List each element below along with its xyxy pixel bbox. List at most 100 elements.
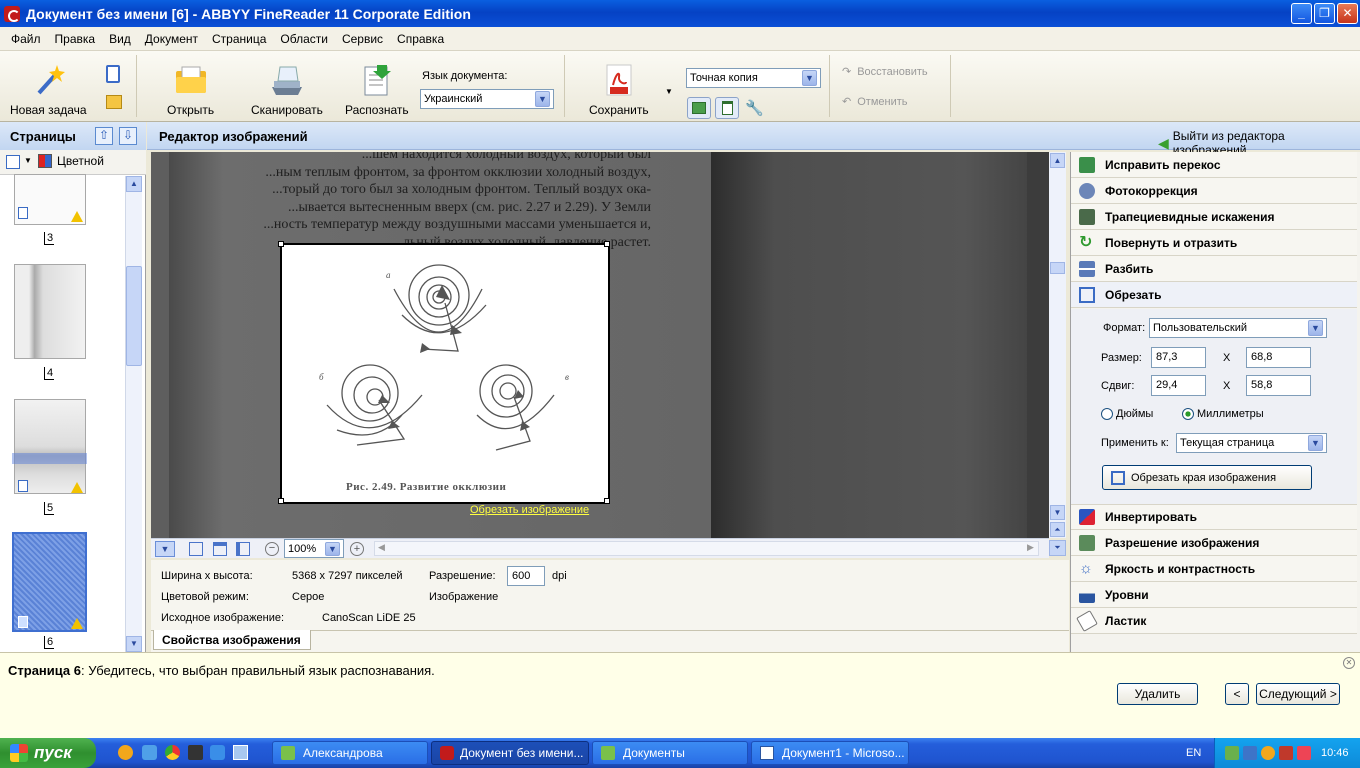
tool-split[interactable]: Разбить [1071,256,1357,282]
tool-eraser[interactable]: Ластик [1071,608,1357,634]
crop-handle[interactable] [604,241,610,247]
doc-lang-select[interactable]: Украинский ▼ [420,89,554,109]
taskbar-item[interactable]: Александрова [272,741,428,765]
color-mode-button[interactable]: Цветной [38,154,104,168]
pages-scrollbar[interactable]: ▲ ▼ [125,176,142,652]
quicklaunch-icon[interactable] [210,745,225,760]
save-dropdown-arrow-icon[interactable]: ▼ [665,87,673,96]
open-folder-small-icon[interactable] [106,95,122,109]
image-canvas[interactable]: ...шем находится холодный воздух, которы… [151,152,1049,538]
taskbar-item-active[interactable]: Документ без имени... [431,741,589,765]
taskbar-item[interactable]: Документы [592,741,748,765]
close-button[interactable]: ✕ [1337,3,1358,24]
format-select[interactable]: Пользовательский ▼ [1149,318,1327,338]
maximize-button[interactable]: ❐ [1314,3,1335,24]
scan-button[interactable]: Сканировать [251,63,323,117]
page-view-icon[interactable] [6,155,20,169]
menu-tools[interactable]: Сервис [335,32,390,46]
scroll-down-icon[interactable]: ▼ [1050,505,1065,520]
menu-document[interactable]: Документ [138,32,205,46]
scroll-down-icon[interactable]: ▼ [126,636,142,652]
tray-icon[interactable] [1261,746,1275,760]
tool-photo-correction[interactable]: Фотокоррекция [1071,178,1357,204]
tray-icon[interactable] [1225,746,1239,760]
tool-crop[interactable]: Обрезать [1071,282,1357,308]
save-text-button[interactable] [715,97,739,119]
apply-to-select[interactable]: Текущая страница ▼ [1176,433,1327,453]
chrome-icon[interactable] [165,745,180,760]
undo-button[interactable]: ↶ Отменить [842,95,907,109]
tool-levels[interactable]: Уровни [1071,582,1357,608]
crop-edges-button[interactable]: Обрезать края изображения [1102,465,1312,490]
unit-mm-radio[interactable]: Миллиметры [1182,408,1264,420]
tray-icon[interactable] [1279,746,1293,760]
menu-edit[interactable]: Правка [48,32,103,46]
crop-handle[interactable] [604,498,610,504]
close-hint-icon[interactable]: ✕ [1343,657,1355,669]
tool-invert[interactable]: Инвертировать [1071,504,1357,530]
previous-button[interactable]: < [1225,683,1249,705]
delete-button[interactable]: Удалить [1117,683,1198,705]
page-up-icon[interactable]: ⏶ [1050,522,1065,537]
crop-height-input[interactable]: 68,8 [1246,347,1311,368]
page-thumbnail-3[interactable] [14,174,86,225]
page-thumbnail-4[interactable] [14,264,86,359]
chevron-down-icon[interactable]: ▼ [24,156,32,165]
quicklaunch-icon[interactable] [118,745,133,760]
fit-height-icon[interactable] [236,542,250,556]
crop-width-input[interactable]: 87,3 [1151,347,1206,368]
offset-y-input[interactable]: 58,8 [1246,375,1311,396]
unit-inches-radio[interactable]: Дюймы [1101,408,1153,420]
move-page-down-button[interactable]: ⇩ [119,127,137,145]
menu-help[interactable]: Справка [390,32,451,46]
open-button[interactable]: Открыть [167,63,214,117]
tray-icon[interactable] [1297,746,1311,760]
show-desktop-icon[interactable] [233,745,248,760]
collapse-properties-icon[interactable]: ▼ [155,541,175,557]
zoom-in-icon[interactable]: + [350,542,364,556]
save-mode-select[interactable]: Точная копия ▼ [686,68,821,88]
canvas-horizontal-scrollbar[interactable]: ◀ ▶ [374,541,1039,556]
language-indicator[interactable]: EN [1186,747,1201,759]
menu-view[interactable]: Вид [102,32,138,46]
tray-icon[interactable] [1243,746,1257,760]
tool-deskew[interactable]: Исправить перекос [1071,152,1357,178]
page-down-icon[interactable]: ⏷ [1049,540,1066,556]
page-thumbnail-5[interactable] [12,399,87,494]
scroll-left-icon[interactable]: ◀ [378,542,385,553]
save-button[interactable]: Сохранить [589,63,649,117]
fit-page-icon[interactable] [189,542,203,556]
crop-handle[interactable] [278,241,284,247]
menu-file[interactable]: Файл [4,32,48,46]
taskbar-item[interactable]: Документ1 - Microso... [751,741,909,765]
crop-image-link[interactable]: Обрезать изображение [470,504,589,516]
canvas-vertical-scrollbar[interactable]: ▲ ▼ ⏶ [1049,152,1066,538]
start-button[interactable]: пуск [0,738,96,768]
new-document-icon[interactable] [106,65,120,83]
recognize-button[interactable]: Распознать [345,63,409,117]
tool-trapezoid[interactable]: Трапециевидные искажения [1071,204,1357,230]
menu-page[interactable]: Страница [205,32,273,46]
zoom-out-icon[interactable]: − [265,542,279,556]
minimize-button[interactable]: _ [1291,3,1312,24]
quicklaunch-icon[interactable] [142,745,157,760]
tool-rotate-flip[interactable]: ↻ Повернуть и отразить [1071,230,1357,256]
move-page-up-button[interactable]: ⇧ [95,127,113,145]
zoom-select[interactable]: 100% ▼ [284,539,344,558]
restore-button[interactable]: ↷ Восстановить [842,65,928,79]
wrench-icon[interactable]: 🔧 [745,99,764,117]
scroll-thumb[interactable] [126,266,142,366]
resolution-input[interactable]: 600 [507,566,545,586]
offset-x-input[interactable]: 29,4 [1151,375,1206,396]
scroll-thumb[interactable] [1050,262,1065,274]
scroll-up-icon[interactable]: ▲ [1050,153,1065,168]
tab-image-properties[interactable]: Свойства изображения [153,630,311,650]
next-button[interactable]: Следующий > [1256,683,1340,705]
menu-areas[interactable]: Области [273,32,335,46]
quicklaunch-icon[interactable] [188,745,203,760]
tool-resolution[interactable]: Разрешение изображения [1071,530,1357,556]
new-task-button[interactable]: Новая задача [10,63,87,117]
scroll-right-icon[interactable]: ▶ [1027,542,1034,553]
save-image-button[interactable] [687,97,711,119]
scroll-up-icon[interactable]: ▲ [126,176,142,192]
